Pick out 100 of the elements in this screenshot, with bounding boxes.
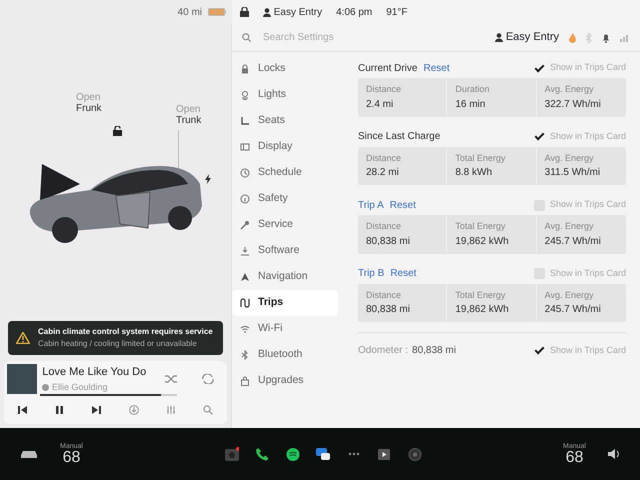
dashcam-icon[interactable] [408,446,422,462]
lock-icon [240,64,250,74]
display-icon [240,142,250,152]
wrench-icon [240,220,250,230]
stat-label: Total Energy [455,152,506,165]
settings-menu-item[interactable]: Bluetooth [232,342,338,368]
settings-menu-item[interactable]: Wi-Fi [232,316,338,342]
checkbox-label: Show in Trips Card [550,344,626,357]
car-icon[interactable] [20,449,38,459]
stat-label: Avg. Energy [544,288,595,302]
volume-icon[interactable] [608,449,620,459]
chat-bubbles-icon[interactable] [316,446,330,462]
stat-label: Duration [455,83,490,96]
lock-icon [240,7,249,17]
warning-icon [16,332,30,344]
download-icon[interactable] [129,405,140,415]
album-art-placeholder [6,364,37,394]
bag-icon [240,376,250,386]
alert-title: Cabin climate control system requires service [38,326,213,338]
bell-icon [602,32,610,42]
section-title: Current Drive [358,62,418,76]
settings-menu-item[interactable]: Schedule [232,160,338,186]
settings-menu-item[interactable]: Service [232,212,338,238]
stat-value: 311.5 Wh/mi [544,166,602,180]
search-field[interactable]: Search Settings [261,29,411,46]
section-title: Trip B [358,267,384,281]
clock-icon [240,168,250,178]
shuffle-icon[interactable] [164,374,177,384]
stat-value: 16 min [455,98,486,112]
stat-value: 245.7 Wh/mi [544,303,602,317]
seat-icon [240,116,250,126]
artist-name: Ellie Goulding [52,380,108,394]
bluetooth-icon [586,32,592,42]
camera-icon[interactable] [224,446,238,462]
profile-name[interactable]: Easy Entry [274,4,322,20]
stat-value: 80,838 mi [366,303,411,317]
repeat-icon[interactable] [202,374,214,384]
search-icon[interactable] [203,405,214,415]
checkbox[interactable] [534,62,545,74]
disc-icon [42,384,50,391]
unlocked-icon [113,126,122,136]
phone-icon[interactable] [255,446,269,462]
checkbox[interactable] [534,345,545,356]
stat-value: 8.8 kWh [455,166,494,180]
settings-menu-item[interactable]: Navigation [232,264,338,290]
checkbox[interactable] [534,131,545,142]
light-icon [240,90,250,100]
stat-value: 245.7 Wh/mi [544,234,602,248]
stat-label: Distance [366,152,402,164]
lightning-bolt-icon [205,174,211,184]
search-icon [242,33,251,42]
range-text: 40 mi [178,6,202,20]
settings-menu-item[interactable]: Safety [232,186,338,212]
reset-link[interactable]: Reset [390,266,416,281]
navigation-arrow-icon [240,272,250,282]
reset-link[interactable]: Reset [423,60,450,76]
settings-menu-item[interactable]: Locks [232,56,338,82]
next-track-icon[interactable] [92,405,102,415]
stat-value: 322.7 Wh/mi [544,98,602,112]
settings-menu-item[interactable]: Seats [232,108,338,134]
equalizer-icon[interactable] [166,405,176,415]
song-title: Love Me Like You Do [42,365,148,380]
temperature-setting[interactable]: 68 [566,450,584,466]
stat-value: 19,862 kWh [455,303,510,317]
alert-detail: Cabin heating / cooling limited or unavailable [38,338,198,350]
video-player-icon[interactable] [377,446,391,462]
stat-value: 80,838 mi [366,234,411,248]
settings-menu-item[interactable]: Display [232,134,338,160]
checkbox-label: Show in Trips Card [550,266,626,280]
stat-label: Total Energy [455,288,506,302]
callout-label[interactable]: Open Frunk [76,92,102,114]
settings-menu-item[interactable]: Lights [232,82,338,108]
temperature-setting[interactable]: 68 [62,450,80,466]
music-app-icon[interactable] [286,446,300,462]
profile-name[interactable]: Easy Entry [506,29,559,46]
reset-link[interactable]: Reset [390,198,416,212]
settings-menu-item[interactable]: Software [232,238,338,264]
checkbox-label: Show in Trips Card [550,61,626,74]
stat-label: Total Energy [455,220,506,233]
stat-value: 2.4 mi [366,98,394,112]
checkbox-label: Show in Trips Card [550,198,626,212]
stat-label: Avg. Energy [544,220,595,233]
stat-label: Avg. Energy [544,152,595,165]
outside-temperature: 91°F [386,6,408,20]
callout-label[interactable]: Open Trunk [176,104,202,126]
settings-menu-item[interactable]: Upgrades [232,368,338,394]
stat-label: Distance [366,83,402,96]
signal-icon [620,33,630,42]
person-icon [495,33,504,42]
section-title: Trip A [358,198,384,212]
settings-menu-item[interactable]: Trips [232,290,338,316]
person-icon [263,8,271,16]
clock-time: 4:06 pm [336,6,372,20]
stat-label: Distance [366,220,402,233]
pause-icon[interactable] [54,405,65,415]
info-icon [240,194,250,204]
stat-label: Avg. Energy [544,83,595,96]
previous-track-icon[interactable] [18,405,28,415]
wifi-icon [240,324,250,334]
route-icon [240,298,250,308]
